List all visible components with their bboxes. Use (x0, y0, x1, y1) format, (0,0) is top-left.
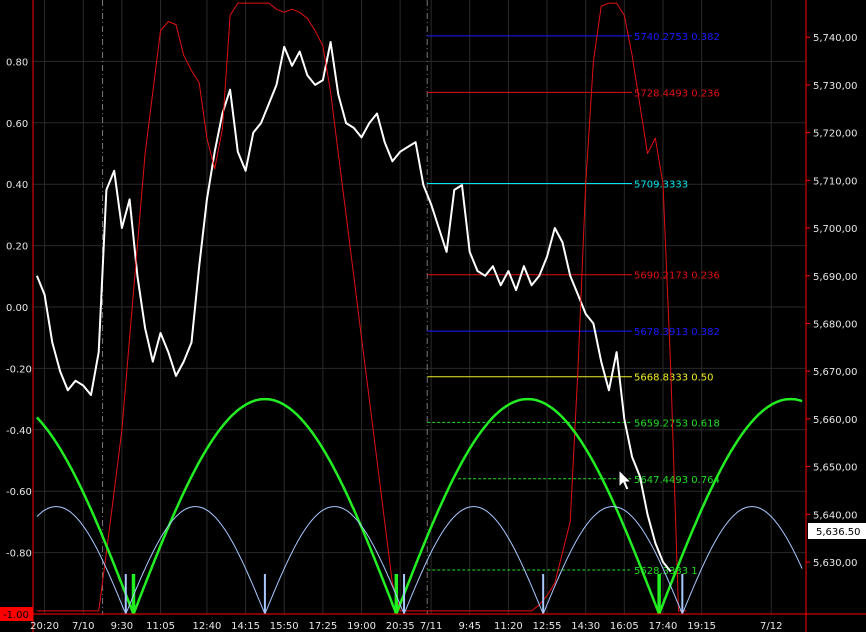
fib-level-label: 5728.4493 0.236 (634, 88, 720, 99)
x-tick-label: 12:40 (193, 621, 222, 632)
left-tick-label: -0.60 (6, 487, 32, 498)
left-tick-label: 0.00 (6, 303, 28, 314)
right-tick-label: 5,680,00 (813, 319, 858, 330)
left-tick-label: -0.80 (6, 549, 32, 560)
x-tick-label: 11:20 (494, 621, 523, 632)
left-tick-label: 0.60 (6, 119, 28, 130)
x-tick-label: 7/10 (72, 621, 94, 632)
x-tick-label: 12:55 (533, 621, 562, 632)
chart-background (0, 0, 866, 632)
x-tick-label: 14:15 (231, 621, 260, 632)
left-tick-label: 0.40 (6, 180, 28, 191)
right-tick-label: 5,720,00 (813, 129, 858, 140)
right-tick-label: 5,740,00 (813, 33, 858, 44)
x-tick-label: 7/11 (420, 621, 442, 632)
current-value-label: 5,636.50 (816, 527, 861, 538)
right-tick-label: 5,660,00 (813, 415, 858, 426)
right-tick-label: 5,670,00 (813, 367, 858, 378)
fib-level-label: 5709.3333 (634, 180, 688, 191)
left-tick-label: -0.40 (6, 426, 32, 437)
fib-level-label: 5659.2753 0.618 (634, 418, 720, 429)
fib-level-label: 5690.2173 0.236 (634, 271, 720, 282)
fib-level-label: 5668.8333 0.50 (634, 373, 714, 384)
right-tick-label: 5,710,00 (813, 176, 858, 187)
x-tick-label: 20:20 (30, 621, 59, 632)
left-tick-label: -0.20 (6, 364, 32, 375)
x-tick-label: 14:30 (571, 621, 600, 632)
right-tick-label: 5,650,00 (813, 463, 858, 474)
right-tick-label: 5,630,00 (813, 558, 858, 569)
fib-level-label: 5647.4493 0.764 (634, 475, 720, 486)
right-tick-label: 5,640,00 (813, 510, 858, 521)
right-tick-label: 5,730,00 (813, 81, 858, 92)
left-axis-min-label: -1.00 (3, 610, 29, 621)
chart-svg: 5740.2753 0.382 5728.4493 0.236 5709.3333 5… (0, 0, 866, 632)
x-tick-label: 11:05 (146, 621, 175, 632)
fib-level-label: 5678.3913 0.382 (634, 327, 720, 338)
right-tick-label: 5,700,00 (813, 224, 858, 235)
chart-container: 5740.2753 0.382 5728.4493 0.236 5709.3333 5… (0, 0, 866, 632)
x-tick-label: 17:25 (308, 621, 337, 632)
x-tick-label: 16:05 (610, 621, 639, 632)
left-tick-label: 0.80 (6, 57, 28, 68)
right-tick-label: 5,690,00 (813, 272, 858, 283)
left-tick-label: 0.20 (6, 242, 28, 253)
x-tick-label: 17:40 (649, 621, 678, 632)
x-tick-label: 9:45 (459, 621, 481, 632)
x-tick-label: 15:50 (270, 621, 299, 632)
x-tick-label: 7/12 (760, 621, 782, 632)
x-tick-label: 19:00 (347, 621, 376, 632)
x-tick-label: 20:35 (386, 621, 415, 632)
x-tick-label: 19:15 (687, 621, 716, 632)
fib-level-label: 5740.2753 0.382 (634, 32, 720, 43)
x-tick-label: 9:30 (111, 621, 133, 632)
